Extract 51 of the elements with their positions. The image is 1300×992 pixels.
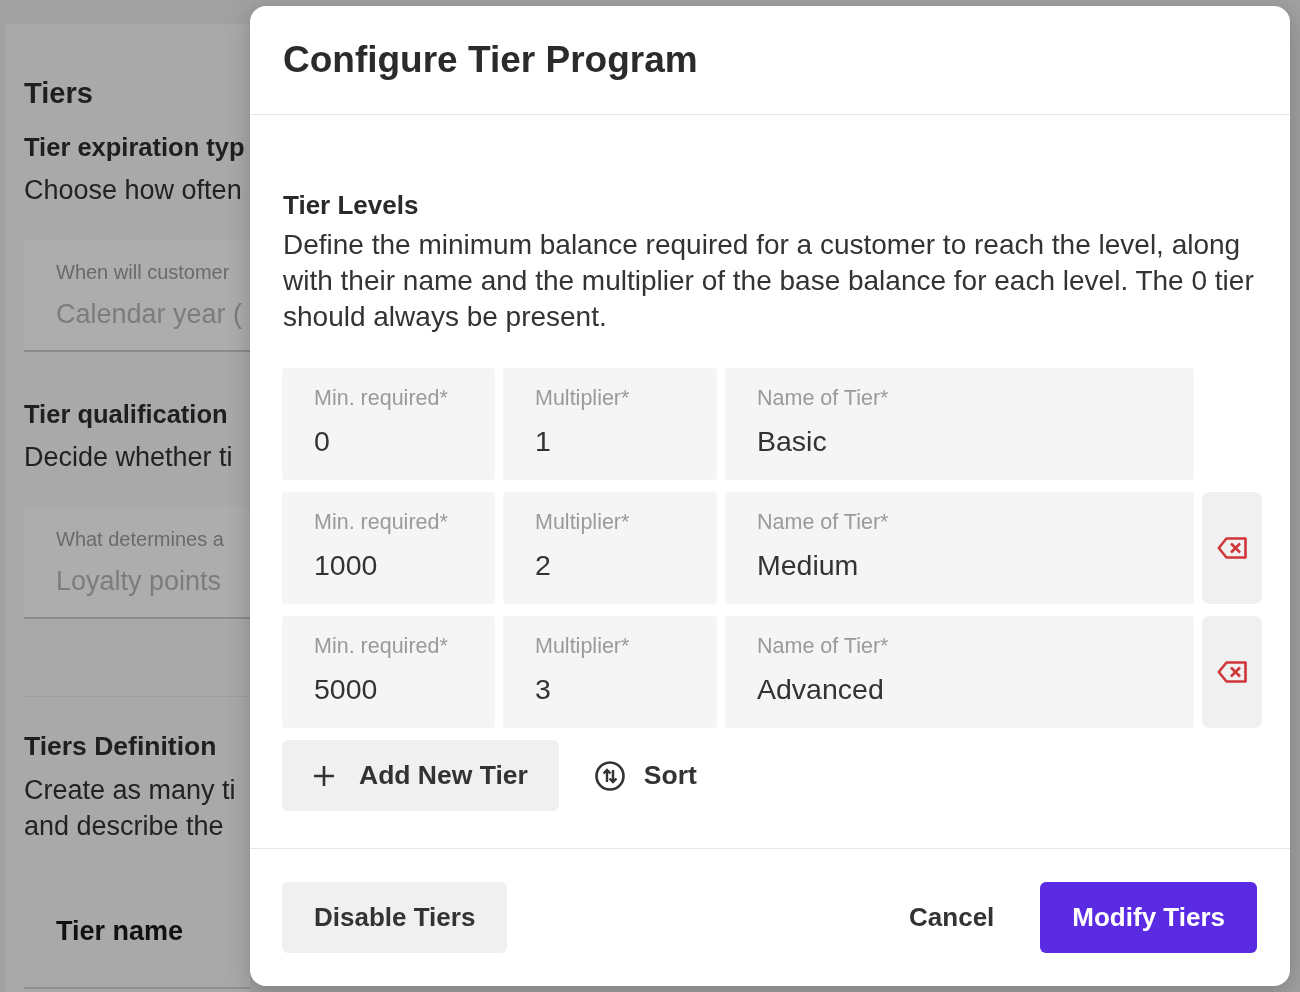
field-label: What determines a bbox=[56, 527, 225, 551]
sort-arrows-icon bbox=[594, 760, 625, 791]
input-field[interactable]: Min. required* 1000 bbox=[282, 492, 495, 604]
dialog-title: Configure Tier Program bbox=[283, 39, 698, 81]
sort-button[interactable]: Sort bbox=[594, 760, 697, 791]
column-header: Tier name bbox=[55, 916, 185, 946]
backspace-delete-icon bbox=[1217, 537, 1247, 559]
section-heading: Tiers bbox=[24, 76, 94, 110]
input-field[interactable]: Name of Tier* Basic bbox=[725, 368, 1194, 480]
field-label: Min. required* bbox=[314, 510, 449, 534]
field-label: Multiplier* bbox=[535, 634, 631, 658]
field-value: 5000 bbox=[314, 672, 379, 706]
modify-button[interactable]: Modify Tiers bbox=[1040, 882, 1257, 953]
field-value: 3 bbox=[535, 672, 552, 706]
input-field[interactable]: Multiplier* 1 bbox=[503, 368, 717, 480]
backspace-delete-icon bbox=[1217, 661, 1247, 683]
field-value: 0 bbox=[314, 424, 331, 458]
setting-description: Decide whether ti bbox=[24, 442, 234, 472]
add-tier-button[interactable]: Add New Tier bbox=[282, 740, 559, 811]
input-field[interactable]: Min. required* 0 bbox=[282, 368, 495, 480]
field-value: 1000 bbox=[314, 548, 379, 582]
section-title: Tier Levels bbox=[283, 190, 420, 220]
section-description: Define the minimum balance required for a customer to reach the level, along with their name and the multiplier of the base balance for each level. The 0 tier should always be present. bbox=[283, 228, 1255, 334]
input-field[interactable]: Name of Tier* Advanced bbox=[725, 616, 1194, 728]
field-label: Name of Tier* bbox=[757, 634, 890, 658]
cancel-button[interactable]: Cancel bbox=[909, 902, 995, 933]
setting-title: Tier expiration typ bbox=[24, 132, 246, 162]
field-label: When will customer bbox=[56, 260, 231, 284]
setting-title: Tiers Definition bbox=[24, 731, 218, 761]
field-label: Multiplier* bbox=[535, 386, 631, 410]
input-field[interactable]: Multiplier* 2 bbox=[503, 492, 717, 604]
setting-title: Tier qualification bbox=[24, 399, 229, 429]
input-field[interactable]: Name of Tier* Medium bbox=[725, 492, 1194, 604]
field-value: Advanced bbox=[757, 672, 885, 706]
input-field[interactable]: Min. required* 5000 bbox=[282, 616, 495, 728]
field-label: Min. required* bbox=[314, 386, 449, 410]
field-label: Multiplier* bbox=[535, 510, 631, 534]
setting-description: Create as many ti and describe the bbox=[24, 774, 237, 843]
input-field[interactable]: Multiplier* 3 bbox=[503, 616, 717, 728]
field-label: Min. required* bbox=[314, 634, 449, 658]
setting-description: Choose how often bbox=[24, 175, 243, 205]
field-value: Basic bbox=[757, 424, 828, 458]
field-label: Name of Tier* bbox=[757, 510, 890, 534]
field-value: 2 bbox=[535, 548, 552, 582]
field-label: Name of Tier* bbox=[757, 386, 890, 410]
delete-tier-button[interactable] bbox=[1202, 616, 1262, 728]
field-value: 1 bbox=[535, 424, 552, 458]
delete-tier-button[interactable] bbox=[1202, 492, 1262, 604]
field-value: Medium bbox=[757, 548, 860, 582]
plus-icon bbox=[313, 764, 335, 787]
disable-button[interactable]: Disable Tiers bbox=[282, 882, 508, 953]
